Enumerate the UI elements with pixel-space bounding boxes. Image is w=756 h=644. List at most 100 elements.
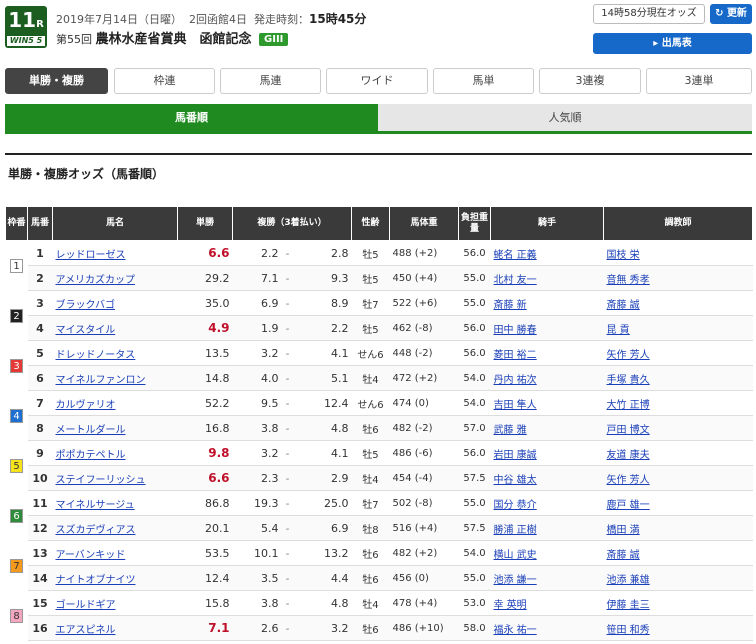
horse-name-link[interactable]: ゴールドギア — [56, 600, 116, 611]
horse-name-link[interactable]: アーバンキッド — [56, 550, 126, 561]
horse-name-cell: アーバンキッド — [52, 540, 178, 566]
place-odds-max: 25.0 — [294, 490, 352, 516]
tab-quinella[interactable]: 馬連 — [220, 68, 321, 94]
refresh-button[interactable]: ↻ 更新 — [710, 4, 752, 24]
tab-sort-by-popularity[interactable]: 人気順 — [378, 104, 752, 132]
place-odds-max: 5.1 — [294, 365, 352, 391]
trainer-cell: 斎藤 誠 — [603, 540, 753, 566]
impost: 56.0 — [458, 340, 491, 366]
tab-exacta[interactable]: 馬単 — [433, 68, 534, 94]
jockey-link[interactable]: 中谷 雄太 — [494, 475, 537, 486]
jockey-cell: 武藤 雅 — [490, 415, 604, 441]
race-meta: 2019年7月14日（日曜） 2回函館4日 発走時刻：15時45分 — [56, 10, 366, 27]
win-odds: 14.8 — [177, 365, 233, 391]
horse-name-cell: ブラックバゴ — [52, 290, 178, 316]
trainer-link[interactable]: 斎藤 誠 — [607, 550, 640, 561]
jockey-link[interactable]: 岩田 康誠 — [494, 450, 537, 461]
horse-name-link[interactable]: メートルダール — [56, 425, 126, 436]
place-odds-separator: - — [280, 415, 295, 441]
horse-name-link[interactable]: レッドローゼス — [56, 250, 126, 261]
trainer-link[interactable]: 手塚 貴久 — [607, 375, 650, 386]
race-date: 2019年7月14日（日曜） — [56, 13, 182, 26]
horse-name-link[interactable]: マイネルサージュ — [56, 500, 135, 511]
horse-name-link[interactable]: アメリカズカップ — [56, 275, 136, 286]
trainer-link[interactable]: 音無 秀孝 — [607, 275, 650, 286]
trainer-link[interactable]: 橋田 満 — [607, 525, 640, 536]
horse-name-link[interactable]: マイスタイル — [56, 325, 116, 336]
trainer-link[interactable]: 昆 貢 — [607, 325, 630, 336]
trainer-link[interactable]: 鹿戸 雄一 — [607, 500, 650, 511]
horse-weight: 450 (+4) — [389, 265, 459, 291]
jockey-link[interactable]: 国分 恭介 — [494, 500, 537, 511]
place-odds-separator: - — [280, 615, 295, 641]
trainer-link[interactable]: 戸田 博文 — [607, 425, 650, 436]
trainer-link[interactable]: 国枝 栄 — [607, 250, 640, 261]
grade-badge: GIII — [259, 33, 289, 46]
place-odds-min: 19.3 — [232, 490, 281, 516]
trainer-cell: 音無 秀孝 — [603, 265, 753, 291]
sex-age: 牡4 — [351, 365, 390, 391]
horse-name-link[interactable]: エアスピネル — [56, 625, 116, 636]
place-odds-max: 4.8 — [294, 415, 352, 441]
table-row: 14 ナイトオブナイツ 12.4 3.5-4.4 牡6 456 (0) 55.0 池添 謙一 池… — [6, 565, 753, 591]
jockey-link[interactable]: 丹内 祐次 — [494, 375, 537, 386]
horse-name-link[interactable]: カルヴァリオ — [56, 400, 116, 411]
trainer-cell: 友道 康夫 — [603, 440, 753, 466]
jockey-link[interactable]: 蛯名 正義 — [494, 250, 537, 261]
jockey-link[interactable]: 勝浦 正樹 — [494, 525, 537, 536]
tab-sort-by-number[interactable]: 馬番順 — [5, 104, 378, 132]
horse-name-link[interactable]: スズカデヴィアス — [56, 525, 136, 536]
tab-wide[interactable]: ワイド — [326, 68, 428, 94]
horse-name-link[interactable]: ドレッドノータス — [56, 350, 136, 361]
waku-cell: 5 — [6, 441, 28, 491]
horse-name-link[interactable]: ステイフーリッシュ — [56, 475, 146, 486]
trainer-link[interactable]: 池添 兼雄 — [607, 575, 650, 586]
jockey-link[interactable]: 田中 勝春 — [494, 325, 537, 336]
horse-weight: 522 (+6) — [389, 290, 459, 316]
tab-trifecta[interactable]: 3連単 — [646, 68, 752, 94]
tab-win-place[interactable]: 単勝・複勝 — [5, 68, 108, 94]
horse-number: 11 — [27, 490, 53, 516]
jockey-link[interactable]: 吉田 隼人 — [494, 400, 537, 411]
jockey-link[interactable]: 幸 英明 — [494, 600, 527, 611]
horse-number: 1 — [27, 240, 53, 266]
trainer-link[interactable]: 伊藤 圭三 — [607, 600, 650, 611]
place-odds-separator: - — [280, 390, 295, 416]
trainer-cell: 矢作 芳人 — [603, 340, 753, 366]
trainer-link[interactable]: 笹田 和秀 — [607, 625, 650, 636]
jockey-cell: 岩田 康誠 — [490, 440, 604, 466]
trainer-link[interactable]: 大竹 正博 — [607, 400, 650, 411]
win-odds: 6.6 — [177, 465, 233, 491]
horse-number: 14 — [27, 565, 53, 591]
tab-trio[interactable]: 3連複 — [539, 68, 641, 94]
col-horse: 馬名 — [52, 206, 178, 241]
jockey-link[interactable]: 北村 友一 — [494, 275, 537, 286]
sex-age: 牡7 — [351, 490, 390, 516]
col-waku: 枠番 — [5, 206, 28, 241]
place-odds-separator: - — [280, 565, 295, 591]
jockey-link[interactable]: 武藤 雅 — [494, 425, 527, 436]
jockey-link[interactable]: 菱田 裕二 — [494, 350, 537, 361]
horse-number: 6 — [27, 365, 53, 391]
trainer-link[interactable]: 矢作 芳人 — [607, 350, 650, 361]
trainer-cell: 大竹 正博 — [603, 390, 753, 416]
impost: 55.0 — [458, 490, 491, 516]
jockey-link[interactable]: 池添 謙一 — [494, 575, 537, 586]
jockey-cell: 菱田 裕二 — [490, 340, 604, 366]
horse-name-link[interactable]: ブラックバゴ — [56, 300, 116, 311]
horse-name-link[interactable]: ナイトオブナイツ — [56, 575, 136, 586]
jockey-link[interactable]: 横山 武史 — [494, 550, 537, 561]
trainer-link[interactable]: 矢作 芳人 — [607, 475, 650, 486]
trainer-link[interactable]: 友道 康夫 — [607, 450, 650, 461]
horse-name-link[interactable]: マイネルファンロン — [56, 375, 146, 386]
tab-bracket-quinella[interactable]: 枠連 — [114, 68, 215, 94]
trainer-cell: 橋田 満 — [603, 515, 753, 541]
horse-name-link[interactable]: ポポカテペトル — [56, 450, 126, 461]
trainer-link[interactable]: 斎藤 誠 — [607, 300, 640, 311]
impost: 54.0 — [458, 540, 491, 566]
jockey-cell: 北村 友一 — [490, 265, 604, 291]
jockey-link[interactable]: 斎藤 新 — [494, 300, 527, 311]
place-odds-min: 3.8 — [232, 415, 281, 441]
entries-button[interactable]: ▸ 出馬表 — [593, 33, 752, 54]
jockey-link[interactable]: 福永 祐一 — [494, 625, 537, 636]
